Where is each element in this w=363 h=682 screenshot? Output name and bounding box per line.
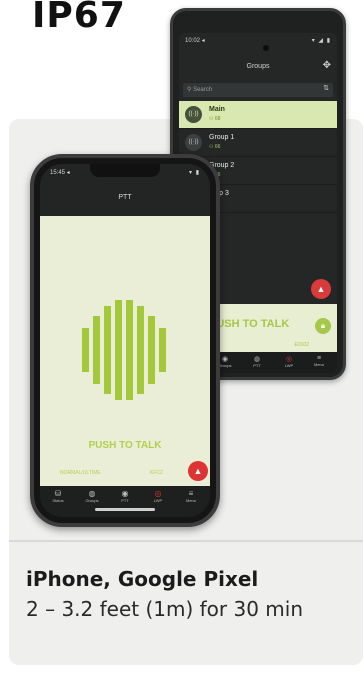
group-name: Main xyxy=(209,106,225,113)
status-time: 15:45 ◂ xyxy=(50,170,70,176)
group-row[interactable]: ((·)) Main ⚇ 68 xyxy=(179,101,337,129)
radio-icon: ((·)) xyxy=(185,134,202,151)
warning-icon[interactable]: ▲ xyxy=(188,461,208,481)
bottom-nav: ⛁ Status ◍ Groups ◉ PTT ◎ LWP ≡ Menu xyxy=(40,486,210,517)
card-divider xyxy=(9,540,363,542)
status-time: 10:02 ◂ xyxy=(185,38,205,44)
caption-subtitle: 2 – 3.2 feet (1m) for 30 min xyxy=(26,597,304,621)
ptt-footer-right: E0102 xyxy=(294,342,309,348)
ptt-footer-right: KFC2 xyxy=(150,470,163,476)
page-title: Groups xyxy=(246,63,270,70)
menu-icon: ≡ xyxy=(188,489,194,498)
nav-item-ptt[interactable]: ◍ PTT xyxy=(245,355,269,368)
page-title: PTT xyxy=(118,194,132,201)
iphone: 15:45 ◂ ▾ ▮ PTT PUSH TO TALK NORMAL/ULTI… xyxy=(30,154,220,527)
nav-item-menu[interactable]: ≡ Menu xyxy=(177,489,205,503)
nav-item-status[interactable]: ⛁ Status xyxy=(44,489,72,503)
groups-icon: ◍ xyxy=(88,489,96,498)
nav-item-groups[interactable]: ◍ Groups xyxy=(78,489,106,503)
iphone-screen: 15:45 ◂ ▾ ▮ PTT PUSH TO TALK NORMAL/ULTI… xyxy=(40,164,210,517)
group-count: ⚇ 68 xyxy=(209,116,221,122)
status-bar: 10:02 ◂ ▾ ◢ ▮ xyxy=(185,37,331,47)
status-icons: ▾ ▮ xyxy=(189,170,200,176)
group-count: ⚇ 66 xyxy=(209,144,221,150)
menu-icon: ≡ xyxy=(316,355,322,362)
nav-item-ptt[interactable]: ◉ PTT xyxy=(111,489,139,503)
voice-bars-icon[interactable] xyxy=(80,298,170,402)
status-bar: 15:45 ◂ ▾ ▮ xyxy=(50,169,200,179)
group-row[interactable]: ((·)) Group 1 ⚇ 66 xyxy=(179,129,337,157)
search-placeholder: Search xyxy=(193,87,213,93)
ptt-label: PUSH TO TALK xyxy=(88,440,162,451)
radio-icon: ((·)) xyxy=(185,106,202,123)
ptt-icon: ◍ xyxy=(253,356,261,363)
status-icons: ▾ ◢ ▮ xyxy=(311,38,331,44)
sort-icon[interactable]: ⇅ xyxy=(323,84,329,92)
lock-icon[interactable]: 🔒︎ xyxy=(315,318,331,334)
ip-rating-heading: IP67 xyxy=(32,0,126,36)
group-name: Group 1 xyxy=(209,134,235,141)
status-icon: ⛁ xyxy=(54,489,62,498)
lwp-icon: ◎ xyxy=(154,489,162,498)
ptt-icon: ◉ xyxy=(121,489,129,498)
home-indicator xyxy=(95,508,155,511)
lwp-icon: ◎ xyxy=(285,356,293,363)
search-input[interactable]: ⚲ Search xyxy=(183,83,333,97)
gear-icon[interactable]: ✥ xyxy=(323,60,331,71)
nav-item-lwp[interactable]: ◎ LWP xyxy=(144,489,172,503)
ptt-panel[interactable]: PUSH TO TALK NORMAL/ULTIME KFC2 ▲ xyxy=(40,216,210,486)
ptt-label: PUSH TO TALK xyxy=(209,318,290,330)
ptt-footer-left: NORMAL/ULTIME xyxy=(60,470,101,476)
nav-item-menu[interactable]: ≡ Menu xyxy=(307,355,331,367)
caption-title: iPhone, Google Pixel xyxy=(26,567,259,591)
warning-icon[interactable]: ▲ xyxy=(311,279,331,299)
nav-item-lwp[interactable]: ◎ LWP xyxy=(277,355,301,368)
